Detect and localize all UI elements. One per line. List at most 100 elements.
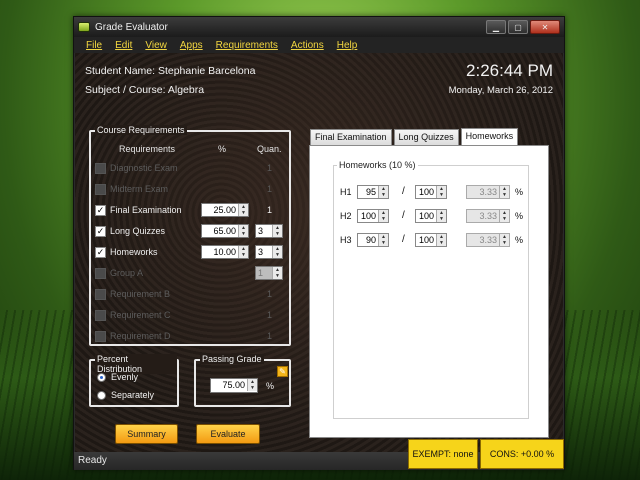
close-button[interactable]: ✕ <box>530 20 560 34</box>
radio-separately[interactable]: Separately <box>97 390 154 400</box>
spin-arrows-icon[interactable]: ▲ ▼ <box>272 267 282 279</box>
percent-stepper[interactable]: 10.00 ▲ ▼ <box>201 245 249 259</box>
requirement-checkbox[interactable] <box>95 163 106 174</box>
spin-arrows-icon[interactable]: ▲ ▼ <box>436 234 446 246</box>
spin-arrows-icon[interactable]: ▲ ▼ <box>238 246 248 258</box>
slash-separator: / <box>402 210 405 221</box>
tab-homeworks[interactable]: Homeworks <box>460 128 519 145</box>
requirement-label: Requirement C <box>110 310 171 320</box>
result-value: 3.33 <box>479 187 497 197</box>
quantity-stepper[interactable]: 1 ▲ ▼ <box>255 266 283 280</box>
radio-unselected-icon[interactable] <box>97 390 106 400</box>
spin-arrows-icon[interactable]: ▲ ▼ <box>238 204 248 216</box>
radio-evenly[interactable]: Evenly <box>97 372 138 382</box>
homeworks-legend: Homeworks (10 %) <box>337 160 418 170</box>
spin-arrows-icon[interactable]: ▲ ▼ <box>436 186 446 198</box>
requirement-row-long-quizzes: ✓ Long Quizzes 65.00 ▲ ▼ 3 ▲ ▼ <box>95 224 285 239</box>
course-requirements-legend: Course Requirements <box>95 125 187 135</box>
slash-separator: / <box>402 186 405 197</box>
homeworks-tab-panel: Homeworks (10 %) H1 95 ▲ ▼ / 100 ▲ ▼ 3.33 ▲ ▼ … <box>309 145 549 438</box>
requirement-label: Homeworks <box>110 247 158 257</box>
requirement-quan: 1 <box>267 163 273 173</box>
total-stepper[interactable]: 100 ▲ ▼ <box>415 233 447 247</box>
homeworks-group: Homeworks (10 %) H1 95 ▲ ▼ / 100 ▲ ▼ 3.33 ▲ ▼ … <box>333 160 529 419</box>
spin-arrows-icon[interactable]: ▲ ▼ <box>378 210 388 222</box>
requirement-checkbox[interactable] <box>95 268 106 279</box>
requirement-label: Long Quizzes <box>110 226 166 236</box>
slash-separator: / <box>402 234 405 245</box>
result-value: 3.33 <box>479 211 497 221</box>
menu-file[interactable]: File <box>86 40 102 51</box>
requirement-checkbox-checked[interactable]: ✓ <box>95 247 106 258</box>
passing-grade-group: Passing Grade ✎ 75.00 ▲ ▼ % <box>194 354 291 407</box>
minimize-button[interactable]: ▁ <box>486 20 506 34</box>
score-stepper[interactable]: 90 ▲ ▼ <box>357 233 389 247</box>
passing-grade-value: 75.00 <box>222 380 245 390</box>
result-unit: % <box>515 211 524 221</box>
percent-distribution-legend: Percent Distribution <box>95 354 177 374</box>
spin-arrows-icon[interactable]: ▲ ▼ <box>247 379 257 391</box>
requirement-checkbox[interactable] <box>95 184 106 195</box>
radio-label: Evenly <box>111 372 139 382</box>
radio-selected-icon[interactable] <box>97 372 106 382</box>
spin-arrows-icon[interactable]: ▲ ▼ <box>378 186 388 198</box>
spin-arrows-icon[interactable]: ▲ ▼ <box>436 210 446 222</box>
pencil-icon[interactable]: ✎ <box>277 366 288 377</box>
requirement-quan: 1 <box>267 184 273 194</box>
col-requirements-header: Requirements <box>119 144 176 154</box>
homework-row-h3: H3 90 ▲ ▼ / 100 ▲ ▼ 3.33 ▲ ▼ % <box>340 233 526 248</box>
requirement-checkbox[interactable] <box>95 331 106 342</box>
menu-apps[interactable]: Apps <box>180 40 203 51</box>
menu-view[interactable]: View <box>145 40 167 51</box>
requirement-label: Group A <box>110 268 144 278</box>
score-stepper[interactable]: 95 ▲ ▼ <box>357 185 389 199</box>
title-bar[interactable]: Grade Evaluator ▁ ▢ ✕ <box>74 17 564 37</box>
score-value: 95 <box>365 187 376 197</box>
evaluate-button[interactable]: Evaluate <box>196 424 260 444</box>
tab-long-quizzes[interactable]: Long Quizzes <box>393 129 459 145</box>
summary-button[interactable]: Summary <box>115 424 178 444</box>
requirement-checkbox[interactable] <box>95 310 106 321</box>
window-title: Grade Evaluator <box>95 21 168 33</box>
spin-arrows-icon[interactable]: ▲ ▼ <box>272 246 282 258</box>
passing-grade-stepper[interactable]: 75.00 ▲ ▼ <box>210 378 258 393</box>
percent-stepper[interactable]: 25.00 ▲ ▼ <box>201 203 249 217</box>
spin-arrows-icon: ▲ ▼ <box>499 210 509 222</box>
requirement-checkbox[interactable] <box>95 289 106 300</box>
exempt-badge[interactable]: EXEMPT: none <box>408 439 478 469</box>
quantity-value: 1 <box>258 268 264 278</box>
homework-label: H1 <box>340 187 352 197</box>
app-logo-icon <box>78 22 90 32</box>
tab-strip: Final Examination Long Quizzes Homeworks <box>310 128 520 145</box>
menu-actions[interactable]: Actions <box>291 40 324 51</box>
requirement-quan: 1 <box>267 331 273 341</box>
cons-badge[interactable]: CONS: +0.00 % <box>480 439 564 469</box>
requirement-label: Midterm Exam <box>110 184 169 194</box>
maximize-button[interactable]: ▢ <box>508 20 528 34</box>
requirement-checkbox-checked[interactable]: ✓ <box>95 205 106 216</box>
menu-requirements[interactable]: Requirements <box>216 40 278 51</box>
quantity-stepper[interactable]: 3 ▲ ▼ <box>255 245 283 259</box>
spin-arrows-icon[interactable]: ▲ ▼ <box>272 225 282 237</box>
score-value: 100 <box>360 211 376 221</box>
requirement-label: Final Examination <box>110 205 182 215</box>
total-stepper[interactable]: 100 ▲ ▼ <box>415 185 447 199</box>
spin-arrows-icon[interactable]: ▲ ▼ <box>378 234 388 246</box>
requirement-row-midterm: Midterm Exam 1 <box>95 183 285 197</box>
passing-grade-unit: % <box>266 381 275 391</box>
quantity-stepper[interactable]: 3 ▲ ▼ <box>255 224 283 238</box>
tab-final-examination[interactable]: Final Examination <box>310 129 392 145</box>
radio-label: Separately <box>111 390 155 400</box>
main-panel: Student Name: Stephanie Barcelona Subjec… <box>75 53 563 452</box>
menu-edit[interactable]: Edit <box>115 40 132 51</box>
total-stepper[interactable]: 100 ▲ ▼ <box>415 209 447 223</box>
percent-stepper[interactable]: 65.00 ▲ ▼ <box>201 224 249 238</box>
spin-arrows-icon: ▲ ▼ <box>499 186 509 198</box>
requirement-row-d: Requirement D 1 <box>95 330 285 344</box>
score-stepper[interactable]: 100 ▲ ▼ <box>357 209 389 223</box>
requirement-checkbox-checked[interactable]: ✓ <box>95 226 106 237</box>
requirement-label: Requirement D <box>110 331 171 341</box>
menu-help[interactable]: Help <box>337 40 358 51</box>
status-bar: Ready EXEMPT: none CONS: +0.00 % <box>74 439 564 470</box>
spin-arrows-icon[interactable]: ▲ ▼ <box>238 225 248 237</box>
